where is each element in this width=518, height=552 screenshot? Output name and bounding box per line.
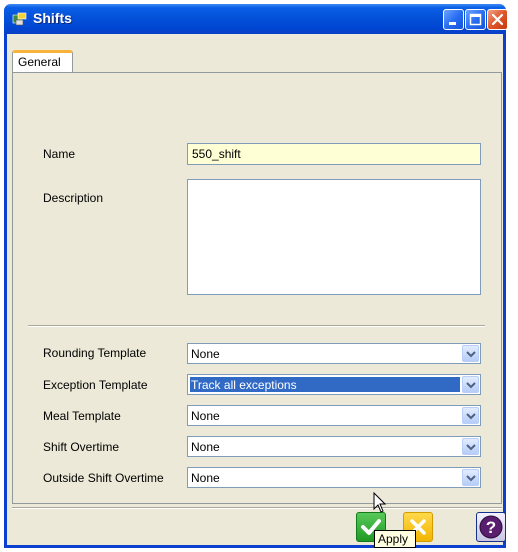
shift-overtime-value: None [191, 440, 220, 454]
description-label: Description [43, 191, 104, 205]
outside-shift-overtime-value: None [191, 471, 220, 485]
meal-template-dropdown-button[interactable] [462, 407, 479, 424]
chevron-down-icon [466, 444, 476, 451]
meal-template-label: Meal Template [43, 409, 121, 423]
meal-template-select[interactable]: None [187, 405, 481, 426]
window-title: Shifts [33, 10, 72, 26]
meal-template-value: None [191, 409, 220, 423]
svg-text:?: ? [486, 518, 496, 537]
name-field[interactable]: 550_shift [187, 143, 481, 165]
rounding-template-select[interactable]: None [187, 343, 481, 364]
help-button[interactable]: ? [476, 512, 506, 542]
exception-template-value: Track all exceptions [191, 378, 297, 392]
exception-template-select[interactable]: Track all exceptions [187, 374, 481, 395]
description-field[interactable] [187, 179, 481, 295]
apply-tooltip: Apply [374, 530, 416, 548]
maximize-button[interactable] [465, 9, 486, 30]
mouse-pointer-icon [373, 492, 387, 513]
close-icon [491, 13, 504, 26]
exception-template-dropdown-button[interactable] [462, 376, 479, 393]
dialog-window: Shifts General Name 550_shift Descriptio… [4, 4, 508, 548]
outside-shift-overtime-label: Outside Shift Overtime [43, 471, 164, 485]
close-button[interactable] [487, 9, 508, 30]
minimize-icon [449, 22, 456, 25]
name-label: Name [43, 147, 76, 161]
chevron-down-icon [466, 351, 476, 358]
chevron-down-icon [466, 413, 476, 420]
app-icon [12, 11, 28, 27]
general-panel: Name 550_shift Description Rounding Temp… [12, 72, 502, 504]
chevron-down-icon [466, 382, 476, 389]
question-icon: ? [479, 515, 503, 539]
tab-general-label: General [18, 55, 61, 69]
chevron-down-icon [466, 475, 476, 482]
shift-overtime-dropdown-button[interactable] [462, 438, 479, 455]
shift-overtime-select[interactable]: None [187, 436, 481, 457]
minimize-button[interactable] [443, 9, 464, 30]
dialog-body: General Name 550_shift Description Round… [10, 34, 506, 545]
exception-template-label: Exception Template [43, 378, 148, 392]
rounding-template-label: Rounding Template [43, 346, 147, 360]
rounding-template-dropdown-button[interactable] [462, 345, 479, 362]
tab-general[interactable]: General [12, 50, 73, 73]
shift-overtime-label: Shift Overtime [43, 440, 120, 454]
rounding-template-value: None [191, 347, 220, 361]
footer-divider [12, 507, 502, 509]
outside-shift-overtime-select[interactable]: None [187, 467, 481, 488]
section-divider [28, 325, 485, 327]
outside-shift-overtime-dropdown-button[interactable] [462, 469, 479, 486]
maximize-icon [469, 13, 482, 26]
title-bar[interactable]: Shifts [4, 4, 508, 34]
